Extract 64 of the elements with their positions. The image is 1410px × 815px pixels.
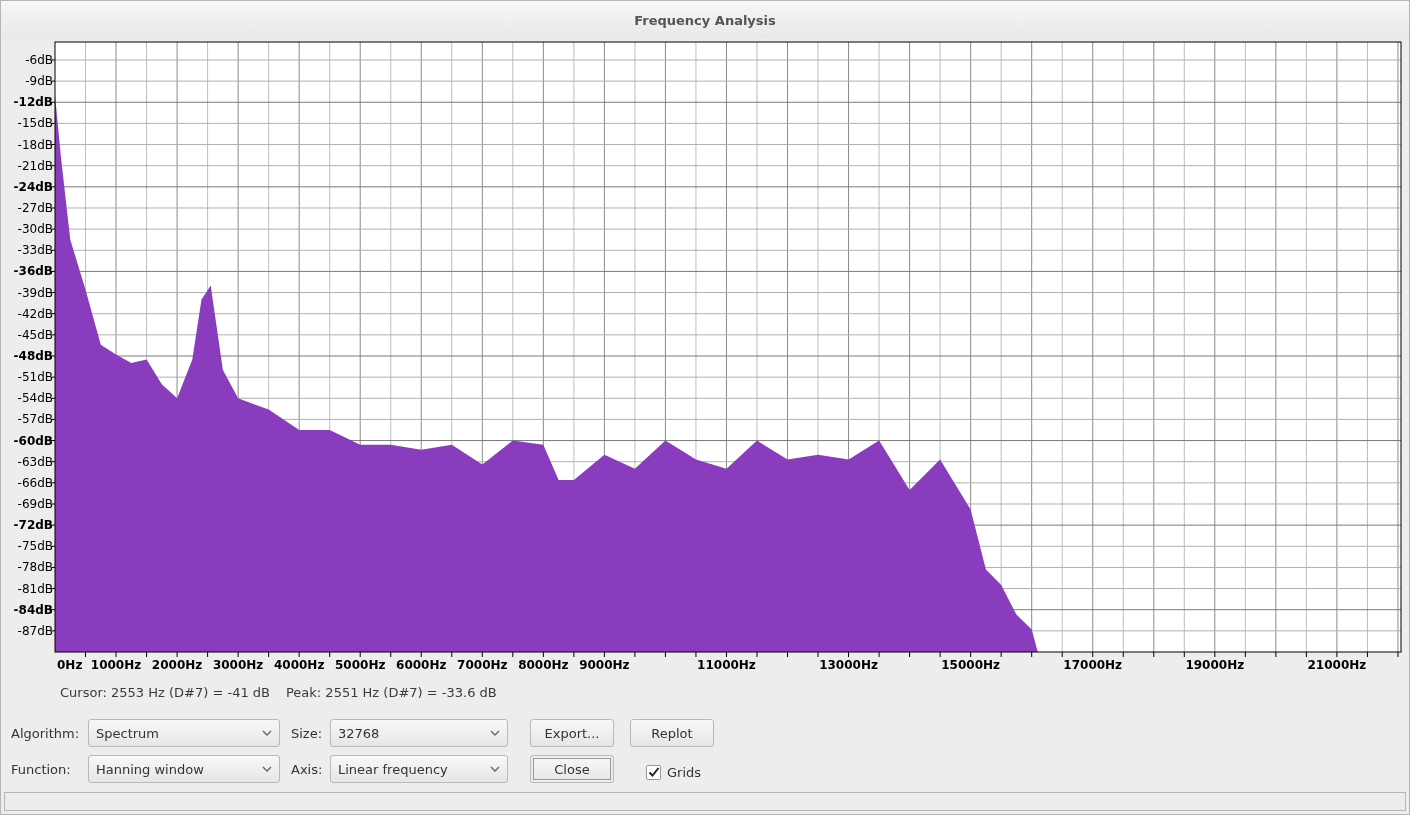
axis-tick-label: 8000Hz xyxy=(518,658,569,672)
axis-tick-label: -24dB xyxy=(13,179,53,194)
field-label: Function: xyxy=(11,761,72,777)
caret-icon xyxy=(490,766,500,772)
checkbox[interactable] xyxy=(646,764,661,780)
caret-icon xyxy=(262,766,272,772)
axis-tick-label: -84dB xyxy=(13,602,53,617)
axis-tick-label: -30dB xyxy=(17,222,53,237)
dropdown[interactable]: Spectrum xyxy=(88,719,280,747)
axis-tick-label: -36dB xyxy=(13,264,53,279)
axis-tick-label: -39dB xyxy=(17,285,53,300)
axis-tick-label: -78dB xyxy=(17,560,53,575)
peak-readout: Peak: 2551 Hz (D#7) = -33.6 dB xyxy=(286,685,497,702)
axis-tick-label: -75dB xyxy=(17,539,53,554)
axis-tick-label: 5000Hz xyxy=(335,658,386,672)
axis-tick-label: -66dB xyxy=(17,475,53,490)
field-label: Axis: xyxy=(291,761,324,777)
axis-tick-label: -51dB xyxy=(17,370,53,385)
axis-tick-label: -42dB xyxy=(17,306,53,321)
window-title: Frequency Analysis xyxy=(634,12,776,28)
dropdown[interactable]: Hanning window xyxy=(88,755,280,783)
field-label: Size: xyxy=(291,725,324,741)
axis-tick-label: 4000Hz xyxy=(273,658,325,672)
axis-tick-label: -81dB xyxy=(17,581,53,596)
axis-tick-label: 1000Hz xyxy=(90,658,142,672)
axis-tick-label: -33dB xyxy=(17,243,53,258)
axis-tick-label: 0Hz xyxy=(57,658,83,672)
axis-tick-label: -60dB xyxy=(13,433,53,448)
axis-tick-label: -12dB xyxy=(13,95,53,110)
axis-tick-label: 11000Hz xyxy=(697,658,756,672)
axis-tick-label: -18dB xyxy=(17,137,53,152)
axis-tick-label: 19000Hz xyxy=(1185,658,1245,672)
checkbox-label: Grids xyxy=(667,764,702,780)
axis-tick-label: -63dB xyxy=(17,454,53,469)
field-label: Algorithm: xyxy=(11,725,81,741)
axis-tick-label: -9dB xyxy=(25,74,53,89)
axis-tick-label: 2000Hz xyxy=(151,658,203,672)
caret-icon xyxy=(490,730,500,736)
axis-tick-label: -87dB xyxy=(17,623,53,638)
dropdown[interactable]: 32768 xyxy=(330,719,508,747)
axis-tick-label: -69dB xyxy=(17,497,53,511)
axis-tick-label: -48dB xyxy=(13,349,53,363)
axis-tick-label: -54dB xyxy=(17,391,53,406)
axis-tick-label: -27dB xyxy=(17,201,53,215)
axis-tick-label: 7000Hz xyxy=(457,658,508,672)
replot-button[interactable]: Replot xyxy=(630,719,714,747)
axis-tick-label: -21dB xyxy=(17,158,53,173)
caret-icon xyxy=(262,730,272,736)
axis-tick-label: -45dB xyxy=(17,327,53,342)
axis-tick-label: -6dB xyxy=(25,52,53,67)
axis-tick-label: 6000Hz xyxy=(396,658,447,672)
dropdown[interactable]: Linear frequency xyxy=(330,755,508,783)
axis-tick-label: 15000Hz xyxy=(941,658,1001,672)
axis-tick-label: 9000Hz xyxy=(579,658,630,672)
axis-tick-label: 21000Hz xyxy=(1307,658,1367,672)
export-button[interactable]: Export... xyxy=(530,719,614,747)
axis-tick-label: -57dB xyxy=(17,412,53,427)
axis-tick-label: -72dB xyxy=(13,518,53,533)
axis-tick-label: 17000Hz xyxy=(1063,658,1123,672)
axis-tick-label: 13000Hz xyxy=(819,658,878,672)
axis-tick-label: 3000Hz xyxy=(212,658,264,672)
cursor-readout: Cursor: 2553 Hz (D#7) = -41 dB xyxy=(60,685,270,702)
axis-tick-label: -15dB xyxy=(17,116,53,131)
close-button[interactable]: Close xyxy=(530,755,614,783)
